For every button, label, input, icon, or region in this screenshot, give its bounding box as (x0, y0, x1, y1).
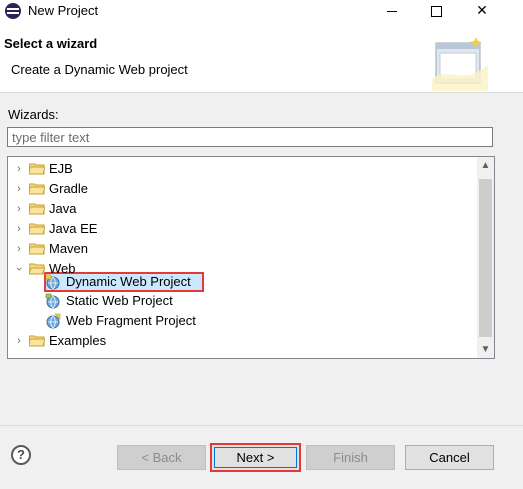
folder-icon (29, 183, 45, 195)
chevron-right-icon[interactable]: › (13, 199, 25, 219)
tree-item-dynamic-web-project[interactable]: Dynamic Web Project (8, 273, 478, 291)
folder-icon (29, 335, 45, 347)
tree-item-label: Web Fragment Project (66, 313, 196, 328)
chevron-right-icon[interactable]: › (13, 179, 25, 199)
tree-item-web-fragment-project[interactable]: Web Fragment Project (8, 311, 478, 331)
help-icon[interactable]: ? (11, 445, 31, 465)
chevron-right-icon[interactable]: › (13, 331, 25, 351)
page-description: Create a Dynamic Web project (11, 62, 188, 77)
window-title: New Project (28, 3, 99, 18)
back-button[interactable]: < Back (117, 445, 206, 470)
filter-input[interactable] (7, 127, 493, 147)
chevron-right-icon[interactable]: › (13, 159, 25, 179)
finish-button[interactable]: Finish (306, 445, 395, 470)
web-fragment-project-icon (46, 313, 61, 329)
tree-item-label: EJB (49, 161, 73, 176)
page-title: Select a wizard (4, 36, 98, 51)
folder-icon (29, 243, 45, 255)
chevron-right-icon[interactable]: › (13, 239, 25, 259)
tree-item-java[interactable]: › Java (8, 199, 478, 219)
maximize-button[interactable] (414, 0, 458, 22)
wizard-header: Select a wizard Create a Dynamic Web pro… (0, 22, 523, 93)
tree-item-static-web-project[interactable]: Static Web Project (8, 291, 478, 311)
next-button-label: Next > (214, 447, 297, 468)
tree-item-label: Static Web Project (66, 293, 173, 308)
tree-item-label: Gradle (49, 181, 89, 196)
maximize-icon (430, 5, 442, 17)
minimize-icon (387, 10, 397, 12)
wizard-banner-icon (432, 37, 488, 91)
static-web-project-icon (45, 293, 60, 309)
tree-item-label: Dynamic Web Project (66, 274, 191, 289)
vertical-scrollbar[interactable]: ▲ ▼ (477, 157, 494, 358)
folder-icon (29, 163, 45, 175)
scroll-down-icon[interactable]: ▼ (477, 341, 494, 358)
web-project-icon (45, 274, 60, 290)
chevron-right-icon[interactable]: › (13, 219, 25, 239)
tree-item-examples[interactable]: › Examples (8, 331, 478, 351)
tree-item-gradle[interactable]: › Gradle (8, 179, 478, 199)
wizards-label: Wizards: (8, 107, 59, 122)
title-bar: New Project ✕ (0, 0, 523, 22)
tree-item-label: Java (49, 201, 77, 216)
wizard-tree[interactable]: › EJB › Gradle › Java › Java EE › Maven (7, 156, 495, 359)
folder-icon (29, 203, 45, 215)
next-button[interactable]: Next > (210, 443, 301, 472)
cancel-button[interactable]: Cancel (405, 445, 494, 470)
tree-item-label: Maven (49, 241, 89, 256)
minimize-button[interactable] (370, 0, 414, 22)
tree-item-maven[interactable]: › Maven (8, 239, 478, 259)
close-button[interactable]: ✕ (460, 0, 504, 22)
eclipse-icon (5, 3, 21, 19)
tree-item-java-ee[interactable]: › Java EE (8, 219, 478, 239)
scroll-up-icon[interactable]: ▲ (477, 157, 494, 174)
scrollbar-thumb[interactable] (479, 179, 492, 337)
tree-item-label: Examples (49, 333, 107, 348)
wizard-body: Wizards: › EJB › Gradle › Java › Java EE (0, 93, 523, 425)
tree-item-ejb[interactable]: › EJB (8, 159, 478, 179)
tree-item-label: Java EE (49, 221, 98, 236)
wizard-footer: ? < Back Next > Finish Cancel (0, 425, 523, 489)
folder-icon (29, 223, 45, 235)
